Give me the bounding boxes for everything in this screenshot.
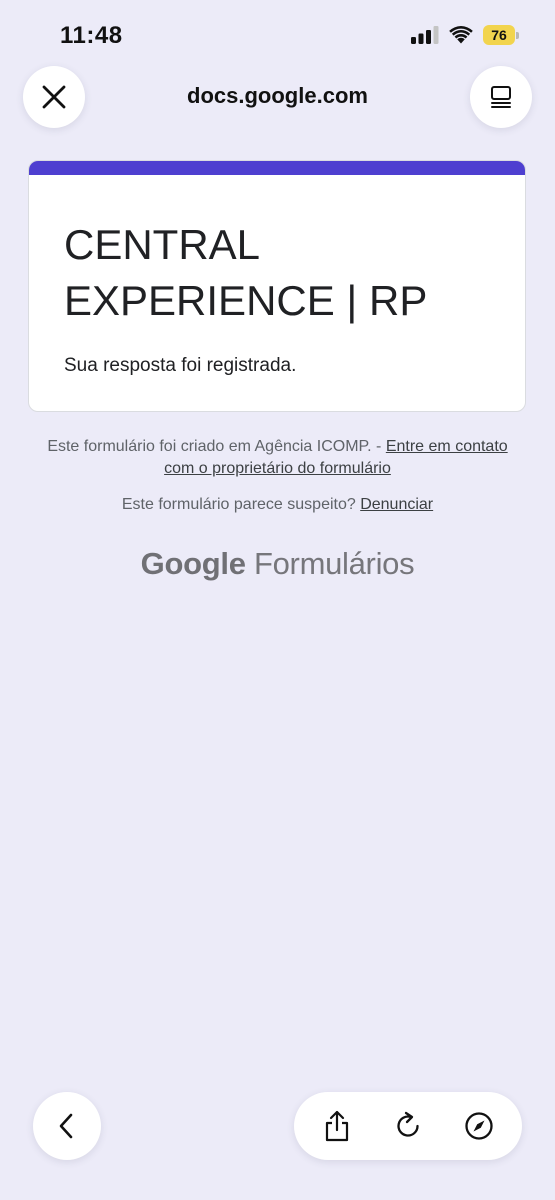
reload-button[interactable]: [382, 1100, 434, 1152]
google-forms-logo[interactable]: Google Formulários: [0, 546, 555, 582]
form-owner-notice: Este formulário foi criado em Agência IC…: [40, 436, 515, 480]
chevron-left-icon: [59, 1113, 73, 1139]
suspicious-text: Este formulário parece suspeito?: [121, 496, 361, 513]
reload-icon: [397, 1111, 419, 1137]
browser-bottom-bar: [0, 1092, 555, 1162]
battery-level: 76: [483, 25, 515, 45]
logo-google-text: Google: [140, 546, 246, 581]
reader-mode-icon: [491, 86, 511, 108]
status-time: 11:48: [60, 22, 123, 49]
reader-mode-button[interactable]: [470, 66, 532, 128]
compass-button[interactable]: [453, 1100, 505, 1152]
report-notice: Este formulário parece suspeito? Denunci…: [0, 496, 555, 514]
signal-icon: [411, 26, 439, 44]
confirmation-message: Sua resposta foi registrada.: [64, 355, 297, 376]
share-icon: [326, 1110, 349, 1142]
status-bar: 11:48 76: [0, 0, 555, 70]
form-title: CENTRAL EXPERIENCE | RP: [64, 221, 428, 324]
report-link[interactable]: Denunciar: [360, 496, 433, 513]
browser-toolbar: [294, 1092, 522, 1160]
created-by-text: Este formulário foi criado em Agência IC…: [47, 438, 386, 455]
wifi-icon: [449, 26, 473, 44]
status-icons: 76: [411, 25, 519, 45]
browser-top-bar: docs.google.com: [0, 66, 555, 130]
battery-icon: 76: [483, 25, 519, 45]
compass-icon: [464, 1112, 493, 1140]
form-card: CENTRAL EXPERIENCE | RP Sua resposta foi…: [28, 160, 526, 412]
battery-tip: [516, 31, 519, 39]
share-button[interactable]: [311, 1100, 363, 1152]
logo-product-text: Formulários: [245, 546, 415, 581]
back-button[interactable]: [33, 1092, 101, 1160]
card-accent-bar: [29, 161, 525, 175]
